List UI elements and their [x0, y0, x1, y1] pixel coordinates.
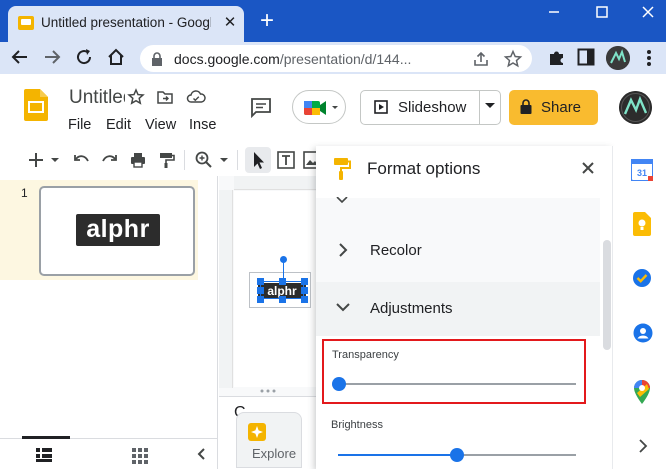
menu-view[interactable]: View	[145, 115, 176, 135]
menu-insert[interactable]: Insert	[189, 115, 217, 135]
tab-title: Untitled presentation - Google Slides	[41, 15, 211, 30]
reload-icon[interactable]	[72, 45, 96, 69]
share-label: Share	[541, 99, 582, 116]
format-panel-scrollbar[interactable]	[603, 240, 611, 350]
resize-handle[interactable]	[301, 278, 308, 285]
slideshow-label: Slideshow	[398, 99, 467, 116]
contacts-icon[interactable]	[633, 323, 653, 343]
transparency-label: Transparency	[332, 349, 399, 361]
new-slide-plus-icon[interactable]	[26, 150, 46, 170]
url-host: docs.google.com	[174, 51, 280, 67]
grid-view-icon[interactable]	[132, 448, 148, 464]
browser-menu-icon[interactable]	[642, 47, 656, 69]
redo-icon[interactable]	[99, 150, 119, 170]
slideshow-dropdown-caret-icon[interactable]	[484, 101, 496, 111]
account-avatar[interactable]	[619, 91, 652, 124]
filmstrip-view-icon[interactable]	[36, 448, 52, 462]
explore-label: Explore	[252, 446, 297, 461]
select-cursor-icon[interactable]	[245, 147, 271, 173]
side-apps-panel	[612, 146, 666, 469]
share-page-icon[interactable]	[471, 49, 491, 69]
window-minimize-button[interactable]	[540, 2, 568, 22]
resize-handle[interactable]	[279, 296, 286, 303]
keep-icon[interactable]	[633, 212, 651, 236]
zoom-caret-icon[interactable]	[219, 156, 229, 164]
chevron-right-icon	[338, 242, 348, 258]
slides-favicon-icon	[18, 16, 34, 30]
resize-handle[interactable]	[257, 287, 264, 294]
thumbnail-logo-text: alphr	[86, 215, 150, 243]
tab-close-icon[interactable]: ✕	[220, 13, 240, 33]
document-title[interactable]: Untitled presentation	[69, 85, 125, 111]
toolbar-divider	[184, 150, 185, 170]
slides-logo-icon[interactable]	[24, 89, 48, 121]
new-slide-caret-icon[interactable]	[50, 156, 60, 164]
play-icon	[374, 100, 388, 114]
adjustments-label: Adjustments	[370, 300, 453, 317]
lock-icon[interactable]	[150, 51, 164, 67]
vertical-ruler[interactable]	[219, 190, 233, 388]
horizontal-ruler[interactable]	[234, 176, 320, 190]
menu-edit[interactable]: Edit	[106, 115, 131, 135]
undo-icon[interactable]	[72, 150, 92, 170]
expand-side-panel-chevron-icon[interactable]	[638, 439, 648, 453]
close-icon[interactable]	[580, 160, 596, 176]
explore-sparkle-icon	[248, 423, 266, 441]
collapse-chevron-left-icon[interactable]	[194, 446, 210, 462]
tasks-icon[interactable]	[632, 268, 652, 288]
format-paint-roller-icon	[333, 157, 351, 181]
format-options-title: Format options	[367, 159, 481, 178]
transparency-slider-thumb[interactable]	[332, 377, 346, 391]
chevron-down-icon	[335, 302, 351, 312]
text-box-icon[interactable]	[276, 150, 296, 170]
browser-tab[interactable]: Untitled presentation - Google Slides ✕	[8, 6, 244, 42]
transparency-slider-track[interactable]	[338, 383, 576, 385]
recolor-label: Recolor	[370, 242, 422, 259]
meet-button[interactable]	[292, 90, 346, 124]
paint-format-icon[interactable]	[156, 150, 176, 170]
rotation-handle[interactable]	[280, 256, 287, 263]
toolbar-divider	[237, 150, 238, 170]
side-panel-icon[interactable]	[577, 48, 595, 66]
forward-arrow-icon[interactable]	[40, 45, 64, 69]
new-tab-button[interactable]: +	[254, 9, 280, 35]
brightness-slider-thumb[interactable]	[450, 448, 464, 462]
print-icon[interactable]	[128, 150, 148, 170]
browser-profile-avatar[interactable]	[606, 46, 630, 70]
star-document-icon[interactable]	[127, 88, 145, 106]
menu-file[interactable]: File	[68, 115, 91, 135]
resize-handle[interactable]	[301, 296, 308, 303]
bookmark-star-icon[interactable]	[503, 49, 523, 69]
window-maximize-button[interactable]	[588, 2, 616, 22]
extensions-puzzle-icon[interactable]	[546, 46, 568, 68]
resize-handle[interactable]	[257, 278, 264, 285]
url-path: /presentation/d/144...	[279, 51, 412, 67]
calendar-icon[interactable]: 31	[631, 159, 653, 181]
resize-handle[interactable]	[257, 296, 264, 303]
zoom-icon[interactable]	[194, 150, 214, 170]
svg-text:31: 31	[637, 168, 647, 178]
url-text[interactable]: docs.google.com/presentation/d/144...	[174, 49, 464, 69]
comments-icon[interactable]	[249, 96, 273, 118]
resize-handle[interactable]	[279, 278, 286, 285]
back-arrow-icon[interactable]	[8, 45, 32, 69]
slide-number: 1	[21, 186, 28, 200]
cloud-saved-icon[interactable]	[186, 88, 206, 106]
notes-resize-grip[interactable]	[258, 388, 282, 394]
maps-pin-icon[interactable]	[634, 380, 650, 404]
move-folder-icon[interactable]	[156, 88, 174, 106]
window-close-button[interactable]	[634, 2, 662, 22]
previous-section-chevron-icon[interactable]	[336, 197, 348, 203]
home-icon[interactable]	[104, 45, 128, 69]
active-view-indicator	[22, 436, 70, 439]
share-lock-icon	[520, 99, 532, 114]
brightness-slider-fill	[338, 454, 457, 456]
slideshow-divider	[479, 91, 480, 124]
brightness-label: Brightness	[331, 419, 383, 431]
resize-handle[interactable]	[301, 287, 308, 294]
